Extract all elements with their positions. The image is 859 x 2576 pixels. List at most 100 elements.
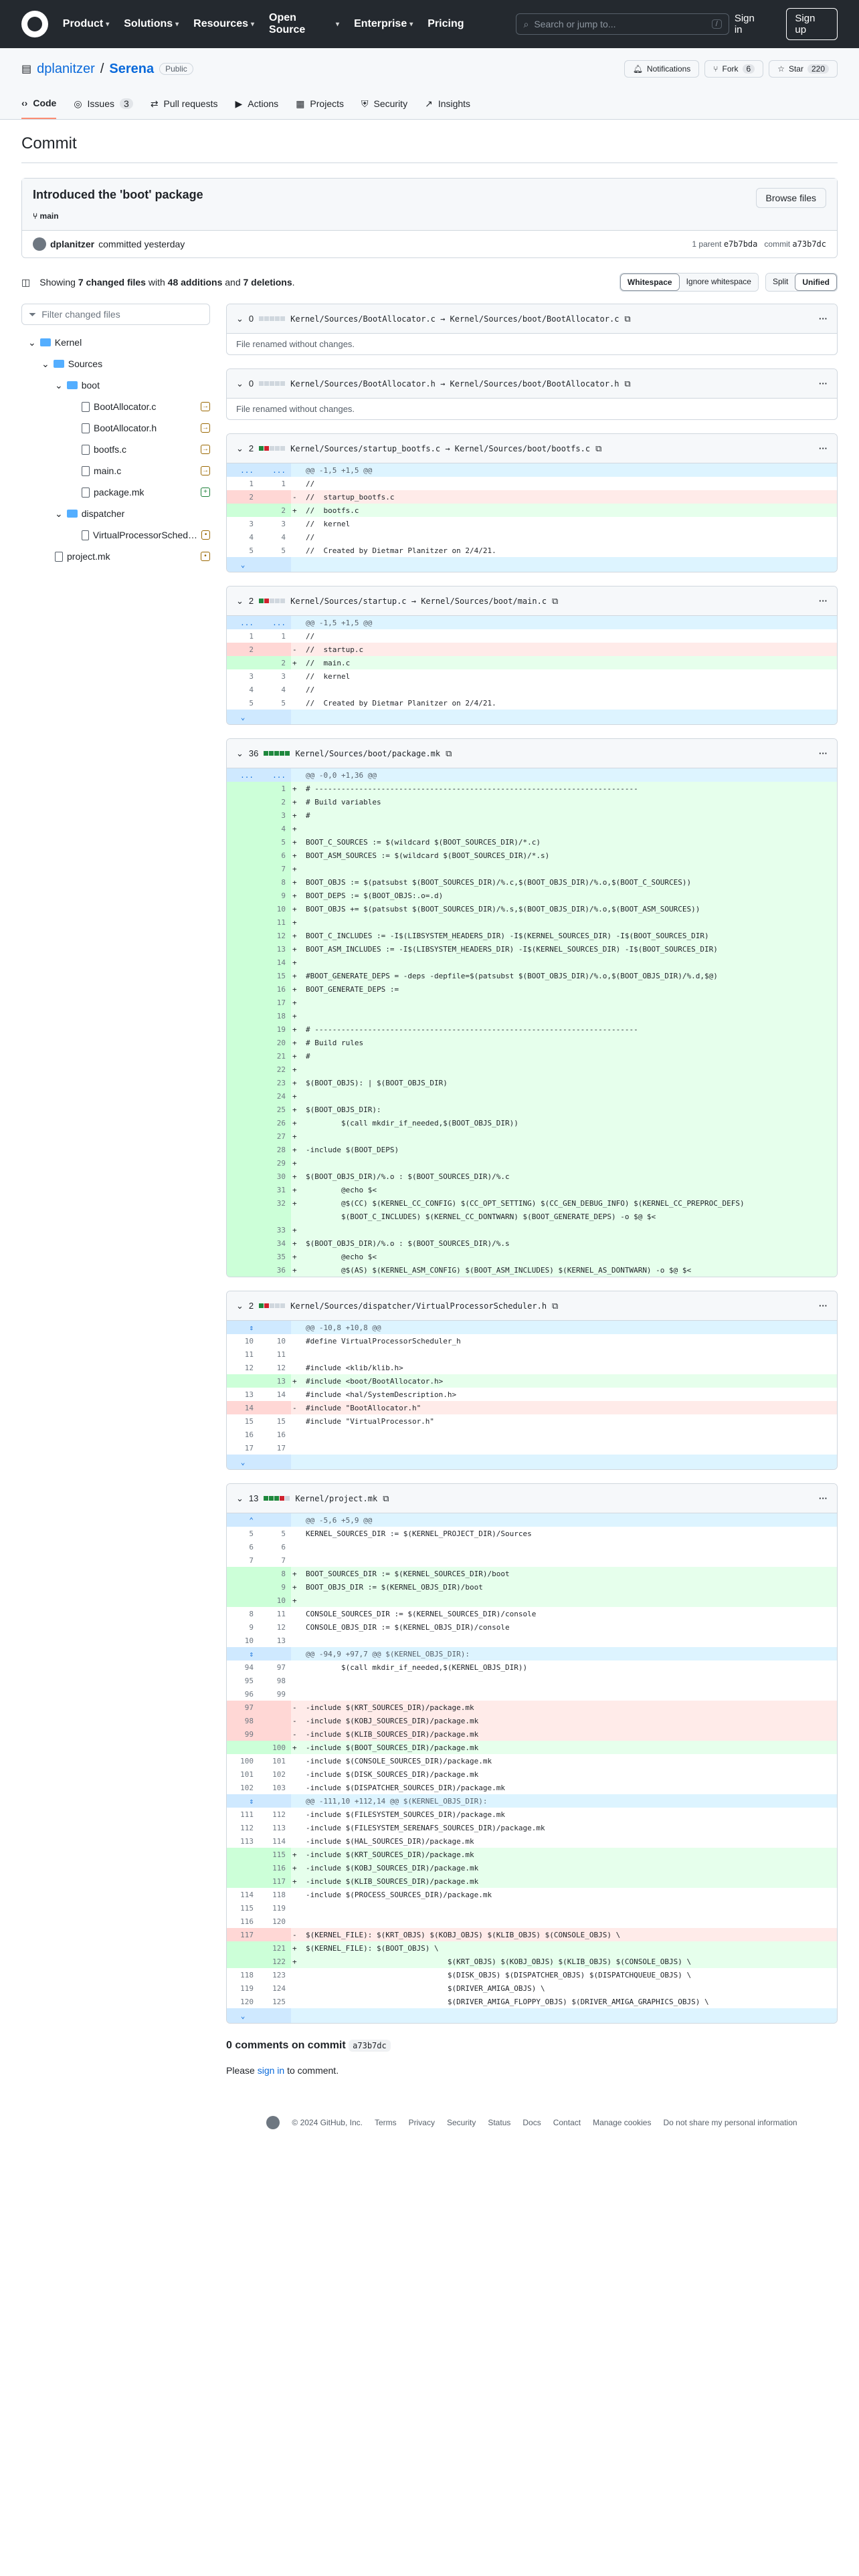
footer-link[interactable]: Manage cookies xyxy=(593,2118,651,2127)
collapse-chevron-icon[interactable]: ⌄ xyxy=(236,596,244,607)
parent-hash-link[interactable]: e7b7bda xyxy=(724,239,758,249)
tab-pull-requests[interactable]: ⇄ Pull requests xyxy=(151,92,218,119)
ignore-whitespace-button[interactable]: Ignore whitespace xyxy=(679,274,758,291)
avatar[interactable] xyxy=(33,237,46,251)
collapse-chevron-icon[interactable]: ⌄ xyxy=(236,443,244,454)
unified-button[interactable]: Unified xyxy=(795,274,837,291)
tree-file[interactable]: project.mk • xyxy=(21,546,210,567)
sign-up-button[interactable]: Sign up xyxy=(786,8,838,40)
footer-link[interactable]: Contact xyxy=(553,2118,581,2127)
tree-folder[interactable]: ⌄ Sources xyxy=(21,353,210,374)
expand-row[interactable]: ⌄ xyxy=(227,710,837,724)
tree-file[interactable]: BootAllocator.c → xyxy=(21,396,210,417)
diff-file-name[interactable]: Kernel/Sources/BootAllocator.h → Kernel/… xyxy=(290,379,619,389)
expand-icon[interactable]: ⌄ xyxy=(227,2008,259,2023)
collapse-chevron-icon[interactable]: ⌄ xyxy=(236,379,244,389)
tab-security[interactable]: ⛨ Security xyxy=(361,92,407,119)
tab-issues[interactable]: ◎ Issues 3 xyxy=(74,92,133,119)
diff-file-name[interactable]: Kernel/Sources/startup.c → Kernel/Source… xyxy=(290,597,547,606)
diff-file-name[interactable]: Kernel/Sources/startup_bootfs.c → Kernel… xyxy=(290,444,590,453)
collapse-chevron-icon[interactable]: ⌄ xyxy=(236,314,244,324)
whitespace-button[interactable]: Whitespace xyxy=(619,274,680,291)
expand-row[interactable]: ⌄ xyxy=(227,2008,837,2023)
expand-icon[interactable]: ⌄ xyxy=(227,557,259,572)
hunk-header[interactable]: ⌃ @@ -5,6 +5,9 @@ xyxy=(227,1513,837,1527)
branch-label[interactable]: ⑂ main xyxy=(33,211,826,221)
nav-item-solutions[interactable]: Solutions ▾ xyxy=(124,12,179,36)
tab-projects[interactable]: ▦ Projects xyxy=(296,92,344,119)
file-tree-toggle-icon[interactable]: ◫ xyxy=(21,277,30,288)
nav-item-product[interactable]: Product ▾ xyxy=(63,12,109,36)
diff-file-name[interactable]: Kernel/project.mk xyxy=(295,1494,377,1503)
notifications-button[interactable]: 🔔︎ Notifications xyxy=(624,60,700,78)
browse-files-button[interactable]: Browse files xyxy=(755,188,826,208)
footer-link[interactable]: Security xyxy=(447,2118,476,2127)
star-button[interactable]: ☆ Star 220 xyxy=(769,60,838,78)
copy-icon[interactable]: ⧉ xyxy=(552,1301,558,1311)
hunk-header[interactable]: ...... @@ -1,5 +1,5 @@ xyxy=(227,616,837,629)
copy-icon[interactable]: ⧉ xyxy=(552,596,558,607)
footer-link[interactable]: Terms xyxy=(375,2118,397,2127)
kebab-menu-icon[interactable]: ··· xyxy=(819,379,828,389)
kebab-menu-icon[interactable]: ··· xyxy=(819,443,828,453)
old-line-num: 101 xyxy=(240,1769,254,1779)
copy-icon[interactable]: ⧉ xyxy=(446,748,452,759)
hunk-header[interactable]: ⇕ @@ -94,9 +97,7 @@ $(KERNEL_OBJS_DIR): xyxy=(227,1647,837,1660)
github-logo-icon[interactable] xyxy=(21,11,48,37)
kebab-menu-icon[interactable]: ··· xyxy=(819,1493,828,1503)
collapse-chevron-icon[interactable]: ⌄ xyxy=(236,1301,244,1311)
tab-actions[interactable]: ▶ Actions xyxy=(235,92,278,119)
footer-link[interactable]: Status xyxy=(488,2118,510,2127)
expand-row[interactable]: ⌄ xyxy=(227,1455,837,1469)
tree-folder[interactable]: ⌄ Kernel xyxy=(21,332,210,353)
expand-row[interactable]: ⌄ xyxy=(227,557,837,572)
kebab-menu-icon[interactable]: ··· xyxy=(819,748,828,758)
whitespace-toggle[interactable]: Whitespace Ignore whitespace xyxy=(619,273,759,292)
tree-folder[interactable]: ⌄ dispatcher xyxy=(21,503,210,524)
sign-in-comment-link[interactable]: sign in xyxy=(258,2065,284,2076)
diff-file-name[interactable]: Kernel/Sources/boot/package.mk xyxy=(295,749,440,758)
view-toggle[interactable]: Split Unified xyxy=(765,273,838,292)
tree-file[interactable]: VirtualProcessorScheduler.h • xyxy=(21,524,210,546)
expand-icon[interactable]: ⌄ xyxy=(227,1455,259,1469)
diff-file-name[interactable]: Kernel/Sources/BootAllocator.c → Kernel/… xyxy=(290,314,619,324)
kebab-menu-icon[interactable]: ··· xyxy=(819,596,828,606)
tree-file[interactable]: package.mk + xyxy=(21,481,210,503)
filter-files-input[interactable]: ⏷ Filter changed files xyxy=(21,304,210,325)
collapse-chevron-icon[interactable]: ⌄ xyxy=(236,748,244,759)
hunk-header[interactable]: ⇕ @@ -10,8 +10,8 @@ xyxy=(227,1321,837,1334)
split-button[interactable]: Split xyxy=(765,274,795,291)
nav-item-enterprise[interactable]: Enterprise ▾ xyxy=(354,12,413,36)
footer-link[interactable]: Docs xyxy=(522,2118,541,2127)
expand-icon[interactable]: ⌄ xyxy=(227,710,259,724)
hunk-header[interactable]: ⇕ @@ -111,10 +112,14 @@ $(KERNEL_OBJS_DIR… xyxy=(227,1794,837,1808)
repo-name-link[interactable]: Serena xyxy=(109,62,154,77)
copy-icon[interactable]: ⧉ xyxy=(383,1493,389,1504)
repo-owner-link[interactable]: dplanitzer xyxy=(37,62,95,77)
copy-icon[interactable]: ⧉ xyxy=(624,379,630,389)
kebab-menu-icon[interactable]: ··· xyxy=(819,1301,828,1311)
footer-link[interactable]: Do not share my personal information xyxy=(663,2118,797,2127)
copy-icon[interactable]: ⧉ xyxy=(624,314,630,324)
tree-file[interactable]: BootAllocator.h → xyxy=(21,417,210,439)
tree-file[interactable]: main.c → xyxy=(21,460,210,481)
tree-folder[interactable]: ⌄ boot xyxy=(21,374,210,396)
nav-item-open-source[interactable]: Open Source ▾ xyxy=(269,12,339,36)
tree-file[interactable]: bootfs.c → xyxy=(21,439,210,460)
tab-insights[interactable]: ↗ Insights xyxy=(425,92,470,119)
hunk-header[interactable]: ...... @@ -0,0 +1,36 @@ xyxy=(227,768,837,782)
diff-file-name[interactable]: Kernel/Sources/dispatcher/VirtualProcess… xyxy=(290,1301,547,1311)
tab-code[interactable]: ‹› Code xyxy=(21,92,57,119)
author-link[interactable]: dplanitzer xyxy=(50,239,94,249)
kebab-menu-icon[interactable]: ··· xyxy=(819,314,828,324)
footer-link[interactable]: Privacy xyxy=(409,2118,435,2127)
copy-icon[interactable]: ⧉ xyxy=(595,443,601,454)
sign-in-link[interactable]: Sign in xyxy=(735,13,765,35)
hunk-header[interactable]: ...... @@ -1,5 +1,5 @@ xyxy=(227,463,837,477)
search-input[interactable]: ⌕ Search or jump to... / xyxy=(516,13,729,35)
code: #include <boot/BootAllocator.h> xyxy=(300,1374,837,1388)
fork-button[interactable]: ⑂ Fork 6 xyxy=(704,60,764,78)
nav-item-resources[interactable]: Resources ▾ xyxy=(193,12,254,36)
collapse-chevron-icon[interactable]: ⌄ xyxy=(236,1493,244,1504)
nav-item-pricing[interactable]: Pricing xyxy=(427,12,464,36)
